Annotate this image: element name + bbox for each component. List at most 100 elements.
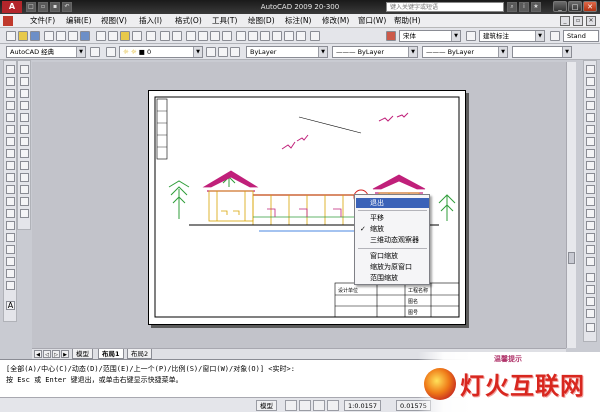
line-icon[interactable] <box>6 65 15 74</box>
paste-icon[interactable] <box>120 31 130 41</box>
ctx-3d-orbit[interactable]: 三维动态观察器 <box>356 235 429 245</box>
quickcalc-icon[interactable] <box>296 31 306 41</box>
dim-style-icon[interactable] <box>466 31 476 41</box>
pan-status-icon[interactable] <box>313 400 325 411</box>
color-combo[interactable]: ByLayer ▼ <box>246 46 328 58</box>
vertical-scrollbar[interactable] <box>566 62 576 348</box>
mirror-icon[interactable] <box>20 89 29 98</box>
block-editor-icon[interactable] <box>146 31 156 41</box>
text-a-icon[interactable]: A <box>6 301 15 310</box>
ctx-zoom-window[interactable]: 窗口缩放 <box>356 251 429 261</box>
help-icon[interactable] <box>310 31 320 41</box>
gradient-icon[interactable] <box>6 245 15 254</box>
copy-icon[interactable] <box>108 31 118 41</box>
tab-first-icon[interactable]: ◀ <box>34 350 42 358</box>
move-right-icon[interactable] <box>586 125 595 134</box>
search-icon[interactable]: ⌕ <box>507 2 517 12</box>
fillet-icon[interactable] <box>20 209 29 218</box>
revision-cloud-icon[interactable] <box>6 149 15 158</box>
status-model-button[interactable]: 模型 <box>256 400 277 411</box>
search-input[interactable]: 键入关键字或短语 <box>386 2 504 12</box>
mtext-icon[interactable] <box>6 281 15 290</box>
new-icon[interactable] <box>6 31 16 41</box>
design-center-icon[interactable] <box>248 31 258 41</box>
circle-icon[interactable] <box>6 137 15 146</box>
annotation-scale[interactable]: 1:0.0157 <box>344 400 382 411</box>
stretch-right-icon[interactable] <box>586 161 595 170</box>
dim-edit-icon[interactable] <box>586 323 595 332</box>
insert-block-icon[interactable] <box>6 197 15 206</box>
zoom-status-icon[interactable] <box>327 400 339 411</box>
layer-combo[interactable]: ☼ ☼ ■ 0 ▼ <box>119 46 203 58</box>
tab-layout2[interactable]: 布局2 <box>127 349 153 359</box>
table-icon[interactable] <box>6 269 15 278</box>
doc-close-button[interactable]: ✕ <box>586 16 596 26</box>
point-icon[interactable] <box>6 221 15 230</box>
zoom-previous-icon[interactable] <box>222 31 232 41</box>
ctx-zoom-original[interactable]: 缩放为原窗口 <box>356 262 429 272</box>
menu-dimension[interactable]: 标注(N) <box>285 14 311 28</box>
move-icon[interactable] <box>20 125 29 134</box>
menu-tools[interactable]: 工具(T) <box>212 14 237 28</box>
array-icon[interactable] <box>20 113 29 122</box>
doc-restore-button[interactable]: ▫ <box>573 16 583 26</box>
publish-icon[interactable] <box>68 31 78 41</box>
save-icon[interactable] <box>30 31 40 41</box>
tab-prev-icon[interactable]: ◁ <box>43 350 51 358</box>
join-icon[interactable] <box>586 221 595 230</box>
polyline-icon[interactable] <box>6 89 15 98</box>
menu-file[interactable]: 文件(F) <box>30 14 55 28</box>
explode-icon[interactable] <box>586 257 595 266</box>
text-style-icon[interactable] <box>386 31 396 41</box>
maximize-button[interactable]: □ <box>568 1 582 12</box>
dim-style-combo[interactable]: 建筑标注 ▼ <box>479 30 545 42</box>
rotate-right-icon[interactable] <box>586 137 595 146</box>
ctx-pan[interactable]: 平移 <box>356 213 429 223</box>
doc-minimize-button[interactable]: _ <box>560 16 570 26</box>
tab-layout1[interactable]: 布局1 <box>98 349 124 359</box>
layer-match-icon[interactable] <box>230 47 240 57</box>
trim-right-icon[interactable] <box>586 173 595 182</box>
print-icon[interactable] <box>44 31 54 41</box>
tool-palettes-icon[interactable] <box>260 31 270 41</box>
pan-icon[interactable] <box>186 31 196 41</box>
region-icon[interactable] <box>6 257 15 266</box>
menu-draw[interactable]: 绘图(D) <box>248 14 275 28</box>
break-at-point-icon[interactable] <box>586 197 595 206</box>
cut-icon[interactable] <box>96 31 106 41</box>
extend-right-icon[interactable] <box>586 185 595 194</box>
break-right-icon[interactable] <box>586 209 595 218</box>
spline-icon[interactable] <box>6 161 15 170</box>
scrollbar-thumb[interactable] <box>568 252 575 264</box>
table-style-icon[interactable] <box>550 31 560 41</box>
ellipse-icon[interactable] <box>6 173 15 182</box>
workspace-combo[interactable]: AutoCAD 经典 ▼ <box>6 46 86 58</box>
copy-right-icon[interactable] <box>586 77 595 86</box>
copy-object-icon[interactable] <box>20 77 29 86</box>
minimize-button[interactable]: _ <box>553 1 567 12</box>
zoom-realtime-icon[interactable] <box>198 31 208 41</box>
tab-next-icon[interactable]: ▷ <box>52 350 60 358</box>
menu-window[interactable]: 窗口(W) <box>358 14 386 28</box>
dimension-icon[interactable] <box>586 273 595 282</box>
ellipse-arc-icon[interactable] <box>6 185 15 194</box>
quick-view-layouts-icon[interactable] <box>285 400 297 411</box>
menu-format[interactable]: 格式(O) <box>175 14 202 28</box>
center-mark-icon[interactable] <box>586 309 595 318</box>
tolerance-icon[interactable] <box>586 297 595 306</box>
lineweight-combo[interactable]: ——— ByLayer ▼ <box>422 46 508 58</box>
layer-manager-icon[interactable] <box>106 47 116 57</box>
erase-icon[interactable] <box>20 65 29 74</box>
offset-icon[interactable] <box>20 101 29 110</box>
make-current-layer-icon[interactable] <box>206 47 216 57</box>
text-style-combo[interactable]: 宋体 ▼ <box>399 30 461 42</box>
menu-insert[interactable]: 插入(I) <box>139 14 162 28</box>
fillet-right-icon[interactable] <box>586 245 595 254</box>
communication-center-icon[interactable]: i <box>519 2 529 12</box>
markup-icon[interactable] <box>284 31 294 41</box>
linetype-combo[interactable]: ——— ByLayer ▼ <box>332 46 418 58</box>
sheet-set-icon[interactable] <box>272 31 282 41</box>
erase-right-icon[interactable] <box>586 65 595 74</box>
open-icon[interactable] <box>18 31 28 41</box>
match-properties-icon[interactable] <box>132 31 142 41</box>
